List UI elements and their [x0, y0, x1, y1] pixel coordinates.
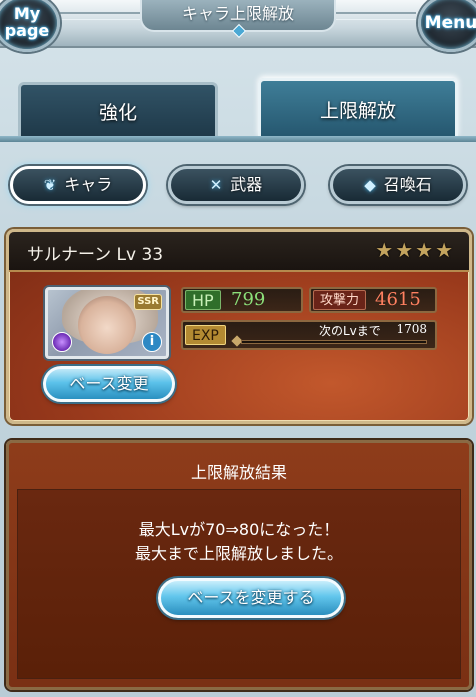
hp-stat: HP 799 — [181, 287, 303, 313]
hp-value: 799 — [231, 289, 266, 310]
exp-progress-bar — [241, 340, 427, 344]
page-title-text: キャラ上限解放 — [181, 4, 294, 23]
rarity-badge: SSR — [134, 294, 162, 310]
category-weapon-label: 武器 — [230, 175, 263, 194]
change-base-label: ベースを変更する — [187, 588, 315, 607]
header-bar: キャラ上限解放 — [0, 0, 476, 48]
category-character-label: キャラ — [64, 175, 113, 194]
character-name: サルナーン Lv 33 — [27, 245, 164, 265]
tab-enhance-label: 強化 — [98, 102, 137, 124]
result-message-line1: 最大Lvが70⇒80になった！ — [138, 520, 340, 539]
crossed-swords-icon: ✕ — [209, 176, 223, 194]
dark-element-icon — [52, 332, 72, 352]
category-weapon-button[interactable]: ✕ 武器 — [168, 166, 304, 204]
page-title: キャラ上限解放 — [140, 0, 336, 39]
title-gem-icon — [231, 23, 247, 39]
next-level-label: 次のLvまで — [319, 324, 381, 338]
result-body: 最大Lvが70⇒80になった！ 最大まで上限解放しました。 ベースを変更する — [17, 489, 461, 679]
tab-limit-break-label: 上限解放 — [319, 100, 396, 122]
tab-limit-break[interactable]: 上限解放 — [258, 78, 458, 138]
crest-icon: ❦ — [43, 176, 57, 194]
category-summon-button[interactable]: ◆ 召喚石 — [330, 166, 466, 204]
portrait-face — [78, 296, 136, 354]
attack-stat: 攻撃力 4615 — [309, 287, 437, 313]
result-message-line2: 最大まで上限解放しました。 — [134, 544, 343, 563]
character-header: サルナーン Lv 33 ★★★★ — [9, 232, 469, 272]
attack-value: 4615 — [375, 289, 421, 310]
category-character-button[interactable]: ❦ キャラ — [10, 166, 146, 204]
category-summon-label: 召喚石 — [383, 175, 432, 194]
result-panel: 上限解放結果 最大Lvが70⇒80になった！ 最大まで上限解放しました。 ベース… — [6, 440, 472, 690]
header-ornament-right — [336, 12, 416, 20]
attack-label: 攻撃力 — [313, 290, 367, 310]
crystal-icon: ◆ — [364, 176, 376, 194]
tab-enhance[interactable]: 強化 — [18, 82, 218, 138]
character-portrait[interactable]: SSR i — [45, 287, 169, 359]
mypage-label-line1: My — [13, 4, 41, 23]
change-base-button[interactable]: ベースを変更する — [158, 578, 344, 618]
base-change-label: ベース変更 — [69, 374, 149, 393]
result-title: 上限解放結果 — [190, 463, 287, 482]
tab-underline — [0, 136, 476, 142]
exp-label: EXP — [185, 325, 226, 345]
character-panel: サルナーン Lv 33 ★★★★ SSR i HP 799 攻撃力 4615 E… — [6, 229, 472, 424]
hp-label: HP — [185, 290, 221, 310]
info-icon[interactable]: i — [142, 332, 162, 352]
menu-label: Menu — [424, 13, 476, 33]
base-change-button[interactable]: ベース変更 — [43, 366, 175, 402]
next-level-value: 1708 — [396, 322, 427, 336]
header-ornament-left — [60, 12, 140, 20]
mypage-label-line2: page — [4, 21, 50, 40]
exp-stat: EXP 次のLvまで 1708 — [181, 320, 437, 350]
rank-stars: ★★★★ — [375, 238, 455, 262]
